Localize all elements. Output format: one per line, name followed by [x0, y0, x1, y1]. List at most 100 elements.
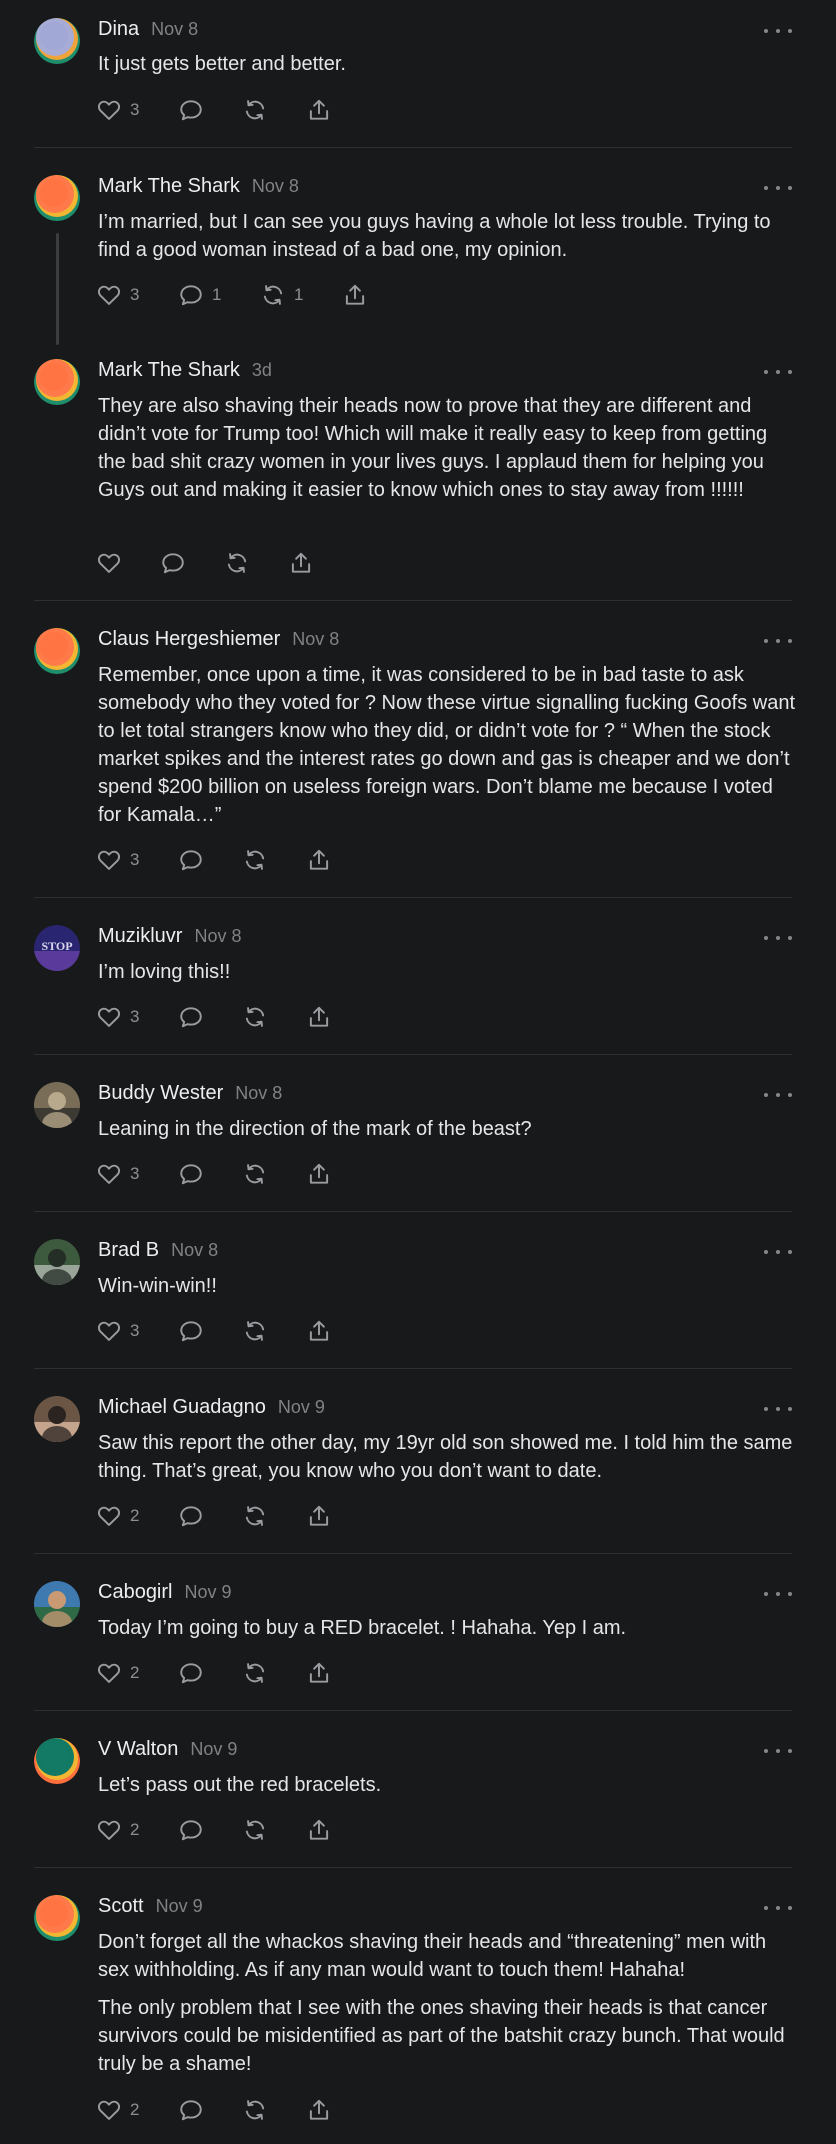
repost-button[interactable] — [242, 2097, 268, 2123]
post-date[interactable]: Nov 9 — [156, 1896, 203, 1917]
avatar[interactable] — [34, 1738, 80, 1784]
like-button[interactable]: 2 — [96, 1817, 139, 1843]
reply-button[interactable] — [178, 1161, 204, 1187]
author-name[interactable]: V Walton — [98, 1738, 178, 1761]
avatar-image — [34, 175, 80, 221]
repost-button[interactable] — [242, 97, 268, 123]
share-button[interactable] — [306, 1503, 332, 1529]
author-name[interactable]: Muzikluvr — [98, 925, 182, 948]
like-button[interactable]: 3 — [96, 1004, 139, 1030]
avatar-image: STOP — [34, 925, 80, 971]
share-button[interactable] — [306, 1161, 332, 1187]
like-button[interactable]: 3 — [96, 282, 139, 308]
reply-button[interactable] — [160, 550, 186, 576]
like-button[interactable]: 2 — [96, 1660, 139, 1686]
share-button[interactable] — [306, 97, 332, 123]
more-options-button[interactable] — [764, 1743, 792, 1759]
post-date[interactable]: Nov 9 — [184, 1582, 231, 1603]
repost-button[interactable] — [242, 1503, 268, 1529]
post-date[interactable]: Nov 8 — [292, 629, 339, 650]
more-options-button[interactable] — [764, 633, 792, 649]
reply-button[interactable]: 1 — [178, 282, 221, 308]
more-options-button[interactable] — [764, 930, 792, 946]
repost-button[interactable] — [242, 1817, 268, 1843]
share-icon — [309, 1819, 329, 1840]
post-date[interactable]: Nov 9 — [190, 1739, 237, 1760]
reply-button[interactable] — [178, 97, 204, 123]
avatar[interactable] — [34, 359, 80, 405]
author-name[interactable]: Scott — [98, 1895, 144, 1918]
post-date[interactable]: Nov 8 — [194, 926, 241, 947]
repost-button[interactable] — [242, 1318, 268, 1344]
share-button[interactable] — [342, 282, 368, 308]
author-name[interactable]: Cabogirl — [98, 1581, 172, 1604]
share-button[interactable] — [288, 550, 314, 576]
author-name[interactable]: Dina — [98, 18, 139, 41]
more-options-button[interactable] — [764, 1244, 792, 1260]
like-button[interactable]: 3 — [96, 1318, 139, 1344]
repost-button[interactable] — [242, 1004, 268, 1030]
reply-button[interactable] — [178, 1503, 204, 1529]
post-date[interactable]: Nov 8 — [171, 1240, 218, 1261]
like-button[interactable]: 3 — [96, 847, 139, 873]
more-icon — [764, 370, 768, 374]
author-name[interactable]: Mark The Shark — [98, 359, 240, 382]
avatar[interactable] — [34, 1396, 80, 1442]
reply-button[interactable] — [178, 2097, 204, 2123]
author-name[interactable]: Brad B — [98, 1239, 159, 1262]
more-options-button[interactable] — [764, 180, 792, 196]
avatar[interactable] — [34, 1239, 80, 1285]
post-text: Let’s pass out the red bracelets. — [98, 1774, 382, 1796]
like-button[interactable]: 3 — [96, 1161, 139, 1187]
reply-button[interactable] — [178, 847, 204, 873]
post-date[interactable]: Nov 9 — [278, 1397, 325, 1418]
like-button[interactable]: 2 — [96, 2097, 139, 2123]
more-icon — [764, 1093, 768, 1097]
repost-button[interactable] — [242, 847, 268, 873]
avatar[interactable] — [34, 1895, 80, 1941]
more-options-button[interactable] — [764, 1087, 792, 1103]
heart-icon — [97, 1820, 121, 1840]
like-button[interactable] — [96, 550, 122, 576]
more-options-button[interactable] — [764, 364, 792, 380]
share-button[interactable] — [306, 1318, 332, 1344]
share-button[interactable] — [306, 847, 332, 873]
like-button[interactable]: 3 — [96, 97, 139, 123]
heart-icon — [97, 1663, 121, 1683]
share-button[interactable] — [306, 1817, 332, 1843]
more-options-button[interactable] — [764, 1401, 792, 1417]
reply-button[interactable] — [178, 1817, 204, 1843]
more-options-button[interactable] — [764, 1586, 792, 1602]
thread-line — [56, 233, 59, 345]
post-date[interactable]: Nov 8 — [252, 176, 299, 197]
avatar[interactable] — [34, 175, 80, 221]
more-icon — [764, 1407, 768, 1411]
repost-button[interactable] — [224, 550, 250, 576]
share-button[interactable] — [306, 1004, 332, 1030]
post-date[interactable]: 3d — [252, 360, 272, 381]
avatar[interactable] — [34, 18, 80, 64]
share-icon — [309, 1163, 329, 1184]
reply-button[interactable] — [178, 1660, 204, 1686]
post-date[interactable]: Nov 8 — [235, 1083, 282, 1104]
more-options-button[interactable] — [764, 1900, 792, 1916]
repost-button[interactable] — [242, 1660, 268, 1686]
author-name[interactable]: Michael Guadagno — [98, 1396, 266, 1419]
repost-button[interactable] — [242, 1161, 268, 1187]
share-button[interactable] — [306, 2097, 332, 2123]
author-name[interactable]: Claus Hergeshiemer — [98, 628, 280, 651]
repost-button[interactable]: 1 — [260, 282, 303, 308]
like-button[interactable]: 2 — [96, 1503, 139, 1529]
avatar[interactable] — [34, 1082, 80, 1128]
author-name[interactable]: Buddy Wester — [98, 1082, 223, 1105]
post-date[interactable]: Nov 8 — [151, 19, 198, 40]
share-icon — [309, 1505, 329, 1526]
author-name[interactable]: Mark The Shark — [98, 175, 240, 198]
reply-button[interactable] — [178, 1318, 204, 1344]
avatar[interactable]: STOP — [34, 925, 80, 971]
avatar[interactable] — [34, 628, 80, 674]
reply-button[interactable] — [178, 1004, 204, 1030]
share-button[interactable] — [306, 1660, 332, 1686]
more-options-button[interactable] — [764, 23, 792, 39]
avatar[interactable] — [34, 1581, 80, 1627]
